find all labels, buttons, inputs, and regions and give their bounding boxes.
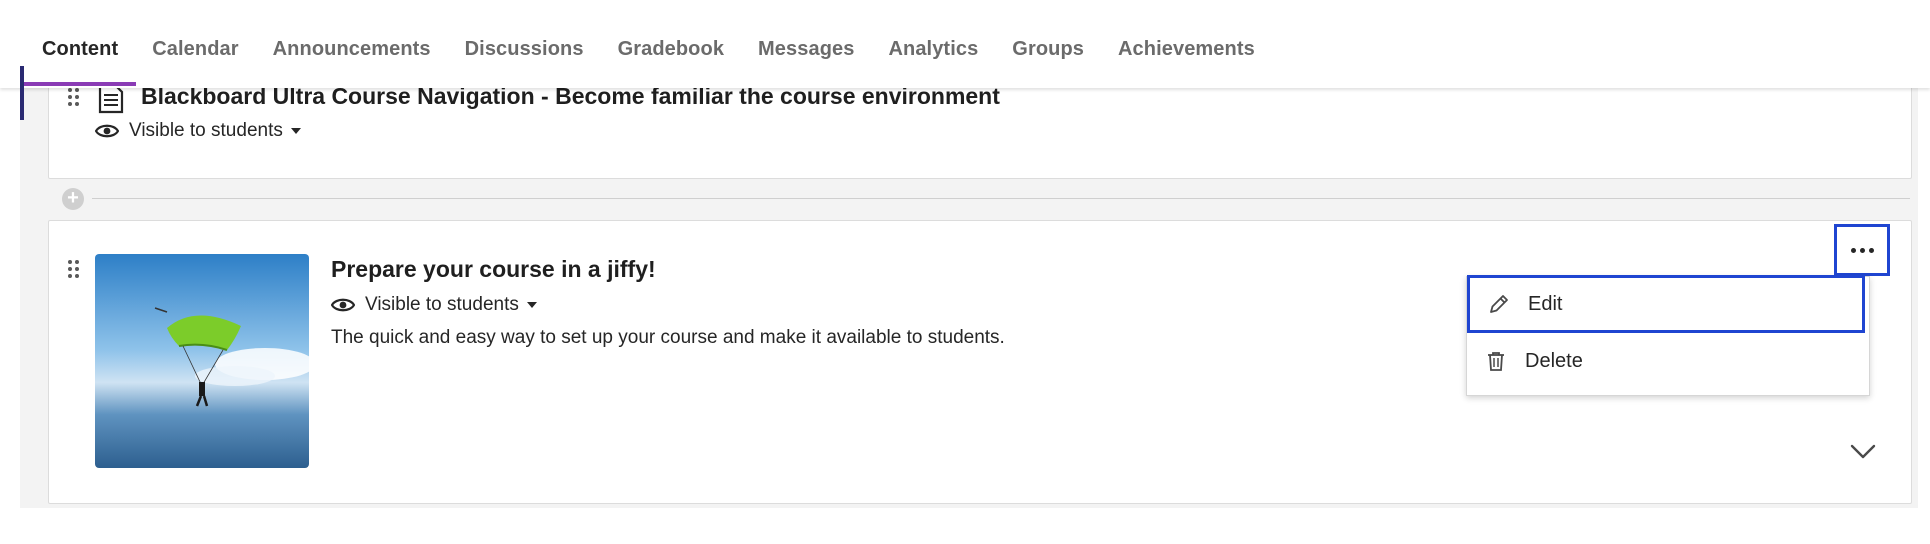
item-options-menu: Edit Delete bbox=[1466, 275, 1870, 396]
more-options-button[interactable] bbox=[1834, 224, 1890, 276]
divider-line bbox=[92, 198, 1910, 199]
visibility-label: Visible to students bbox=[129, 120, 283, 141]
chevron-down-icon[interactable] bbox=[1850, 444, 1876, 460]
drag-handle-icon[interactable] bbox=[68, 260, 80, 280]
tab-gradebook[interactable]: Gradebook bbox=[618, 38, 724, 61]
delete-label: Delete bbox=[1525, 349, 1583, 372]
parachute-image bbox=[95, 254, 309, 468]
tab-announcements[interactable]: Announcements bbox=[273, 38, 431, 61]
tab-calendar[interactable]: Calendar bbox=[152, 38, 238, 61]
edit-menu-item[interactable]: Edit bbox=[1467, 275, 1865, 333]
pencil-icon bbox=[1490, 295, 1508, 313]
edit-label: Edit bbox=[1528, 292, 1563, 315]
tab-content[interactable]: Content bbox=[42, 38, 118, 61]
tab-discussions[interactable]: Discussions bbox=[465, 38, 584, 61]
add-content-divider: + bbox=[62, 188, 1910, 210]
active-tab-indicator bbox=[22, 82, 136, 86]
caret-down-icon bbox=[526, 302, 537, 308]
visibility-label: Visible to students bbox=[365, 294, 519, 315]
course-top-nav: Content Calendar Announcements Discussio… bbox=[0, 0, 1930, 88]
nav-tabs: Content Calendar Announcements Discussio… bbox=[42, 38, 1289, 61]
tab-achievements[interactable]: Achievements bbox=[1118, 38, 1255, 61]
eye-icon bbox=[331, 298, 355, 312]
document-icon bbox=[98, 84, 124, 114]
visibility-dropdown[interactable]: Visible to students bbox=[331, 294, 537, 316]
eye-icon bbox=[95, 124, 119, 138]
item-description: The quick and easy way to set up your co… bbox=[331, 327, 1005, 348]
delete-menu-item[interactable]: Delete bbox=[1467, 334, 1869, 388]
caret-down-icon bbox=[290, 128, 301, 134]
item-title[interactable]: Prepare your course in a jiffy! bbox=[331, 256, 656, 283]
left-accent-bar bbox=[20, 66, 24, 120]
trash-icon bbox=[1488, 352, 1504, 371]
add-content-button[interactable]: + bbox=[62, 188, 84, 210]
tab-messages[interactable]: Messages bbox=[758, 38, 854, 61]
tab-analytics[interactable]: Analytics bbox=[888, 38, 978, 61]
tab-groups[interactable]: Groups bbox=[1012, 38, 1084, 61]
visibility-dropdown[interactable]: Visible to students bbox=[95, 120, 301, 142]
drag-handle-icon[interactable] bbox=[68, 88, 80, 108]
